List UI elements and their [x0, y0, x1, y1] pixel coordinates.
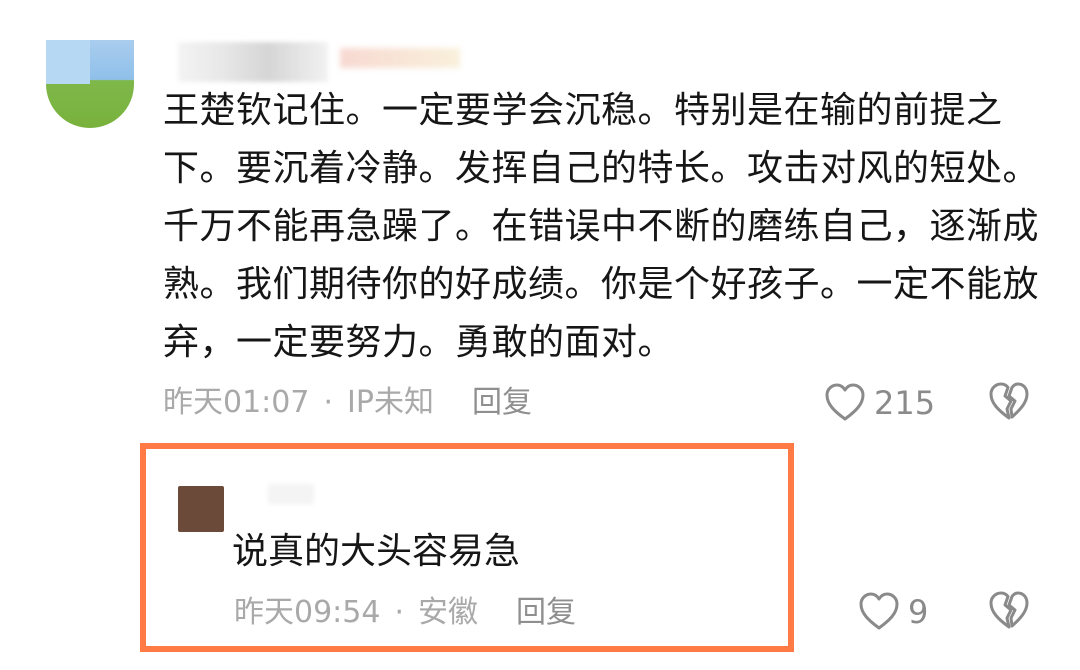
commenter-name-redacted — [178, 42, 328, 82]
reply-name-redacted — [268, 484, 314, 504]
heart-outline-icon — [825, 383, 865, 421]
heart-outline-icon — [859, 592, 899, 630]
reply-avatar[interactable] — [178, 486, 224, 532]
broken-heart-icon — [989, 591, 1029, 629]
commenter-avatar[interactable] — [46, 40, 134, 128]
reply-dislike-button[interactable] — [988, 591, 1030, 631]
reply-button[interactable]: 回复 — [472, 385, 532, 420]
comment-meta: 昨天01:07 · IP未知 回复 — [163, 383, 532, 423]
reply-reply-button[interactable]: 回复 — [516, 595, 576, 630]
like-count: 215 — [874, 384, 936, 422]
commenter-badge-redacted — [340, 48, 460, 68]
comment-time: 昨天01:07 — [163, 385, 310, 420]
dislike-button[interactable] — [988, 382, 1030, 422]
meta-separator: · — [323, 385, 334, 420]
like-button[interactable]: 215 — [824, 383, 935, 423]
broken-heart-icon — [989, 382, 1029, 420]
comment-text: 王楚钦记住。一定要学会沉稳。特别是在输的前提之下。要沉着冷静。发挥自己的特长。攻… — [163, 90, 1040, 363]
reply-meta: 昨天09:54 · 安徽 回复 — [234, 593, 576, 633]
reply-time: 昨天09:54 — [234, 595, 381, 630]
reply-like-count: 9 — [908, 593, 929, 631]
comment-location: IP未知 — [347, 385, 434, 420]
reply-like-button[interactable]: 9 — [858, 592, 928, 632]
reply-text: 说真的大头容易急 — [232, 531, 521, 572]
meta-separator: · — [394, 595, 405, 630]
reply-location: 安徽 — [418, 595, 479, 630]
